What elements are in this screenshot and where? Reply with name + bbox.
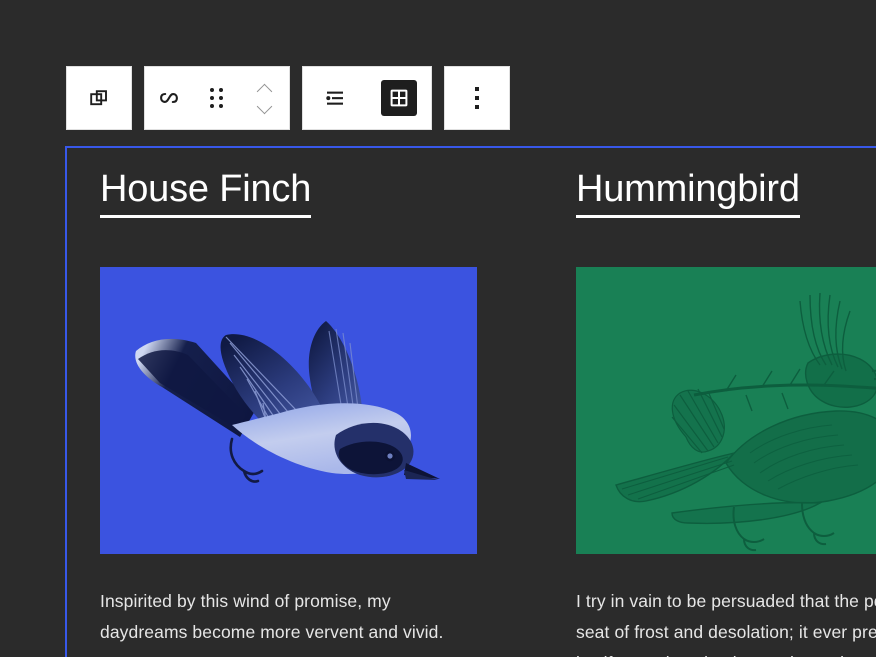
six-dots-drag-icon: [199, 80, 235, 116]
grid-layout-button[interactable]: [367, 67, 431, 129]
columns-block-selected[interactable]: House Finch Inspirited by this wind of p…: [65, 146, 876, 657]
align-list-button[interactable]: [303, 67, 367, 129]
toolbar-group-parent-block: [66, 66, 132, 130]
more-options-button[interactable]: [445, 67, 509, 129]
caption-house-finch[interactable]: Inspirited by this wind of promise, my d…: [100, 554, 482, 648]
editor-canvas: House Finch Inspirited by this wind of p…: [0, 0, 876, 657]
toolbar-group-layout: [302, 66, 432, 130]
house-finch-illustration: [135, 320, 440, 483]
column-hummingbird[interactable]: Hummingbird I try in vain to be persuade…: [543, 148, 876, 657]
toolbar-group-block-actions: [144, 66, 290, 130]
select-parent-block-button[interactable]: [67, 67, 131, 129]
image-hummingbird[interactable]: [576, 266, 876, 554]
caption-hummingbird[interactable]: I try in vain to be persuaded that the p…: [576, 554, 876, 657]
columns-inner: House Finch Inspirited by this wind of p…: [67, 148, 876, 657]
block-toolbar: [66, 66, 510, 130]
image-house-finch[interactable]: [100, 266, 477, 554]
toolbar-group-more: [444, 66, 510, 130]
column-house-finch[interactable]: House Finch Inspirited by this wind of p…: [67, 148, 543, 657]
grid-2x2-icon: [381, 80, 417, 116]
column-heading-house-finch[interactable]: House Finch: [100, 148, 311, 218]
hummingbird-illustration: [615, 292, 876, 551]
overlapping-squares-icon: [81, 80, 117, 116]
infinity-link-icon: [151, 80, 187, 116]
chevron-up-down-icon: [247, 80, 283, 116]
three-dots-vertical-icon: [459, 80, 495, 116]
move-updown-button[interactable]: [241, 67, 289, 129]
list-view-icon: [317, 80, 353, 116]
drag-handle-button[interactable]: [193, 67, 241, 129]
block-type-button[interactable]: [145, 67, 193, 129]
column-heading-hummingbird[interactable]: Hummingbird: [576, 148, 800, 218]
